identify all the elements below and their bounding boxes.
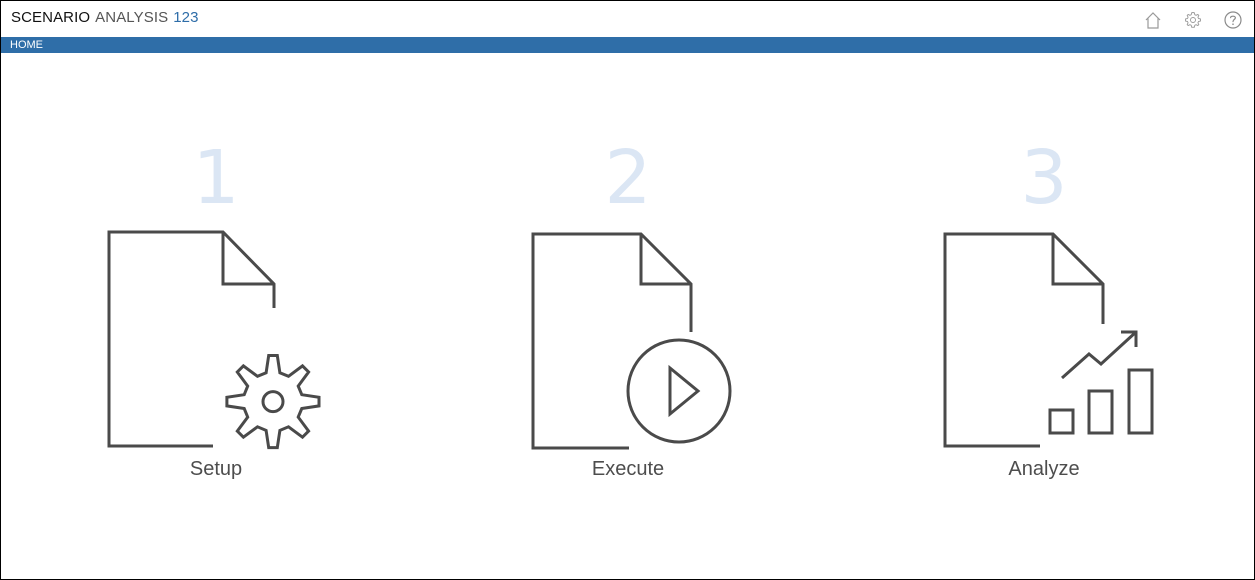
- step-number: 1: [192, 135, 240, 221]
- app-title-part2: ANALYSIS: [95, 9, 169, 26]
- app-title: SCENARIO ANALYSIS 123: [11, 9, 199, 26]
- app-title-part3: 123: [173, 9, 199, 26]
- gear-icon[interactable]: [1182, 9, 1204, 31]
- document-gear-icon[interactable]: [101, 226, 341, 456]
- top-toolbar: [1142, 9, 1244, 31]
- app-title-part1: SCENARIO: [11, 9, 91, 26]
- nav-item-home[interactable]: HOME: [10, 38, 43, 52]
- nav-bar: HOME: [1, 37, 1254, 53]
- step-label[interactable]: Setup: [91, 458, 341, 481]
- document-chart-icon[interactable]: [929, 226, 1169, 456]
- step-label[interactable]: Execute: [503, 458, 753, 481]
- step-number: 3: [1020, 135, 1068, 221]
- document-play-icon[interactable]: [513, 226, 753, 456]
- step-setup[interactable]: 1 Setup: [91, 141, 341, 501]
- home-icon[interactable]: [1142, 9, 1164, 31]
- step-analyze[interactable]: 3 Analyze: [919, 141, 1169, 501]
- step-number: 2: [604, 135, 652, 221]
- title-bar: SCENARIO ANALYSIS 123: [1, 1, 1254, 37]
- step-execute[interactable]: 2 Execute: [503, 141, 753, 501]
- step-label[interactable]: Analyze: [919, 458, 1169, 481]
- help-icon[interactable]: [1222, 9, 1244, 31]
- app-window: SCENARIO ANALYSIS 123 HOME 1 Setup 2 Exe…: [0, 0, 1255, 580]
